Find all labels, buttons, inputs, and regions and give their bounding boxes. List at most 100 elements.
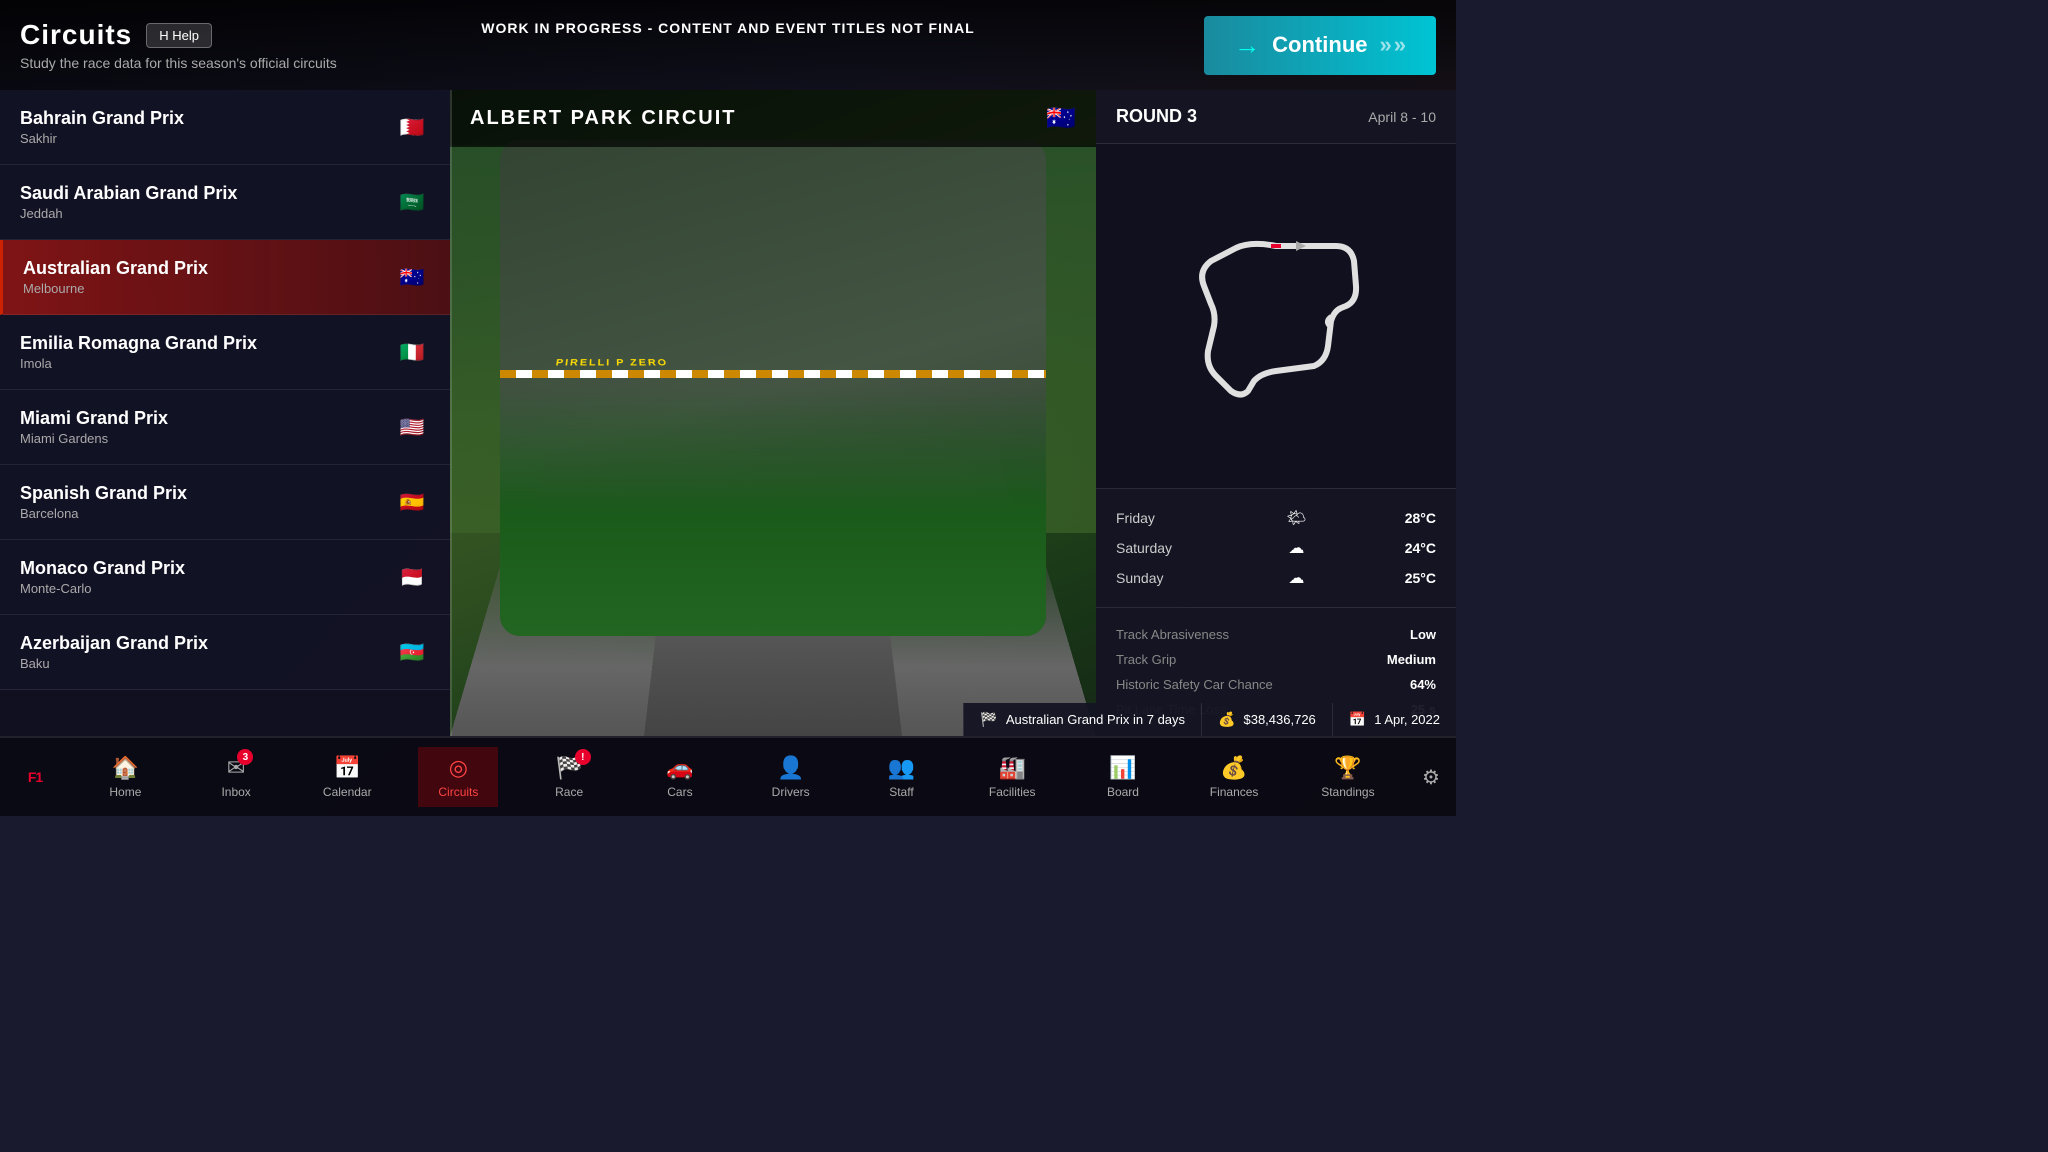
continue-button[interactable]: → Continue »» [1204, 16, 1436, 75]
nav-item-finances[interactable]: 💰 Finances [1194, 747, 1275, 807]
nav-icon-circuits: ◎ [449, 755, 468, 781]
circuit-info-azerbaijan: Azerbaijan Grand Prix Baku [20, 633, 394, 671]
nav-icon-facilities: 🏭 [999, 755, 1026, 781]
circuit-flag-bahrain: 🇧🇭 [394, 115, 430, 139]
round-date: April 8 - 10 [1368, 109, 1436, 125]
page-title: Circuits [20, 19, 132, 51]
page-subtitle: Study the race data for this season's of… [20, 55, 337, 71]
friday-temp: 28°C [1405, 510, 1436, 526]
nav-icon-finances: 💰 [1220, 755, 1247, 781]
nav-items: 🏠 Home ✉ 3 Inbox 📅 Calendar ◎ Circuits [70, 747, 1406, 807]
circuit-location-saudi: Jeddah [20, 206, 394, 221]
circuit-item-saudi[interactable]: Saudi Arabian Grand Prix Jeddah 🇸🇦 [0, 165, 450, 240]
nav-item-cars[interactable]: 🚗 Cars [640, 747, 720, 807]
nav-item-circuits[interactable]: ◎ Circuits [418, 747, 498, 807]
circuit-info-emilia: Emilia Romagna Grand Prix Imola [20, 333, 394, 371]
money-icon: 💰 [1218, 711, 1235, 728]
nav-item-staff[interactable]: 👥 Staff [861, 747, 941, 807]
circuit-location-spanish: Barcelona [20, 506, 394, 521]
status-money: 💰 $38,436,726 [1201, 703, 1332, 736]
nav-icon-inbox: ✉ 3 [227, 755, 245, 781]
circuit-item-spanish[interactable]: Spanish Grand Prix Barcelona 🇪🇸 [0, 465, 450, 540]
abrasiveness-value: Low [1410, 627, 1436, 642]
circuit-name-monaco: Monaco Grand Prix [20, 558, 394, 579]
nav-icon-calendar: 📅 [334, 755, 361, 781]
nav-label-race: Race [555, 785, 583, 799]
circuit-flag-emilia: 🇮🇹 [394, 340, 430, 364]
nav-item-inbox[interactable]: ✉ 3 Inbox [196, 747, 276, 807]
circuit-location-emilia: Imola [20, 356, 394, 371]
circuit-location-azerbaijan: Baku [20, 656, 394, 671]
circuit-image-title: ALBERT PARK CIRCUIT [470, 107, 737, 130]
circuit-flag-monaco: 🇲🇨 [394, 565, 430, 589]
nav-item-race[interactable]: 🏁 ! Race [529, 747, 609, 807]
nav-icon-cars: 🚗 [666, 755, 693, 781]
safety-car-row: Historic Safety Car Chance 64% [1116, 672, 1436, 697]
continue-arrow-icon: → [1234, 30, 1260, 61]
grip-label: Track Grip [1116, 652, 1176, 667]
nav-item-standings[interactable]: 🏆 Standings [1305, 747, 1390, 807]
circuit-item-miami[interactable]: Miami Grand Prix Miami Gardens 🇺🇸 [0, 390, 450, 465]
circuit-item-azerbaijan[interactable]: Azerbaijan Grand Prix Baku 🇦🇿 [0, 615, 450, 690]
nav-label-cars: Cars [667, 785, 692, 799]
nav-item-board[interactable]: 📊 Board [1083, 747, 1163, 807]
track-map-area [1096, 144, 1456, 488]
circuit-name-emilia: Emilia Romagna Grand Prix [20, 333, 394, 354]
abrasiveness-row: Track Abrasiveness Low [1116, 622, 1436, 647]
nav-badge-race: ! [575, 749, 591, 765]
circuit-item-bahrain[interactable]: Bahrain Grand Prix Sakhir 🇧🇭 [0, 90, 450, 165]
safety-car-value: 64% [1410, 677, 1436, 692]
nav-item-facilities[interactable]: 🏭 Facilities [972, 747, 1052, 807]
nav-label-board: Board [1107, 785, 1139, 799]
round-header: ROUND 3 April 8 - 10 [1096, 90, 1456, 144]
track-road: PIRELLI P ZERO [450, 90, 1096, 736]
circuit-item-emilia[interactable]: Emilia Romagna Grand Prix Imola 🇮🇹 [0, 315, 450, 390]
circuit-info-saudi: Saudi Arabian Grand Prix Jeddah [20, 183, 394, 221]
grip-value: Medium [1387, 652, 1436, 667]
nav-icon-race: 🏁 ! [555, 755, 582, 781]
continue-label: Continue [1272, 32, 1367, 58]
nav-item-home[interactable]: 🏠 Home [85, 747, 165, 807]
circuit-name-saudi: Saudi Arabian Grand Prix [20, 183, 394, 204]
circuit-item-monaco[interactable]: Monaco Grand Prix Monte-Carlo 🇲🇨 [0, 540, 450, 615]
circuit-name-spanish: Spanish Grand Prix [20, 483, 394, 504]
nav-icon-home: 🏠 [112, 755, 139, 781]
nav-label-staff: Staff [889, 785, 913, 799]
status-event-text: Australian Grand Prix in 7 days [1006, 712, 1185, 727]
circuit-info-australia: Australian Grand Prix Melbourne [23, 258, 394, 296]
nav-item-drivers[interactable]: 👤 Drivers [751, 747, 831, 807]
nav-item-calendar[interactable]: 📅 Calendar [307, 747, 388, 807]
circuit-info-bahrain: Bahrain Grand Prix Sakhir [20, 108, 394, 146]
sunday-label: Sunday [1116, 570, 1196, 586]
circuit-info-miami: Miami Grand Prix Miami Gardens [20, 408, 394, 446]
chevrons: »» [1380, 32, 1407, 58]
right-panel: ROUND 3 April 8 - 10 Fr [1096, 90, 1456, 736]
circuit-name-bahrain: Bahrain Grand Prix [20, 108, 394, 129]
grip-row: Track Grip Medium [1116, 647, 1436, 672]
help-button[interactable]: H Help [146, 23, 212, 48]
friday-label: Friday [1116, 510, 1196, 526]
nav-icon-staff: 👥 [888, 755, 915, 781]
weather-sunday: Sunday ☁ 25°C [1116, 563, 1436, 593]
top-bar: Circuits H Help Study the race data for … [0, 0, 1456, 90]
circuit-location-australia: Melbourne [23, 281, 394, 296]
bottom-nav: F1 🏠 Home ✉ 3 Inbox 📅 Calendar ◎ [0, 736, 1456, 816]
nav-label-standings: Standings [1321, 785, 1374, 799]
nav-label-inbox: Inbox [221, 785, 250, 799]
circuit-image-section: ALBERT PARK CIRCUIT 🇦🇺 [450, 90, 1096, 736]
weather-section: Friday 🌤 28°C Saturday ☁ 24°C Sunday ☁ 2… [1096, 488, 1456, 607]
nav-label-circuits: Circuits [438, 785, 478, 799]
sunday-temp: 25°C [1405, 570, 1436, 586]
circuit-list: Bahrain Grand Prix Sakhir 🇧🇭 Saudi Arabi… [0, 90, 450, 736]
saturday-icon: ☁ [1288, 538, 1304, 558]
nav-badge-inbox: 3 [237, 749, 253, 765]
nav-settings-button[interactable]: ⚙ [1406, 765, 1456, 790]
circuit-item-australia[interactable]: Australian Grand Prix Melbourne 🇦🇺 [0, 240, 450, 315]
circuit-info-monaco: Monaco Grand Prix Monte-Carlo [20, 558, 394, 596]
nav-icon-standings: 🏆 [1334, 755, 1361, 781]
circuit-flag-spanish: 🇪🇸 [394, 490, 430, 514]
nav-icon-board: 📊 [1109, 755, 1136, 781]
nav-icon-drivers: 👤 [777, 755, 804, 781]
circuit-name-azerbaijan: Azerbaijan Grand Prix [20, 633, 394, 654]
circuit-detail-panel: ALBERT PARK CIRCUIT 🇦🇺 [450, 90, 1456, 736]
